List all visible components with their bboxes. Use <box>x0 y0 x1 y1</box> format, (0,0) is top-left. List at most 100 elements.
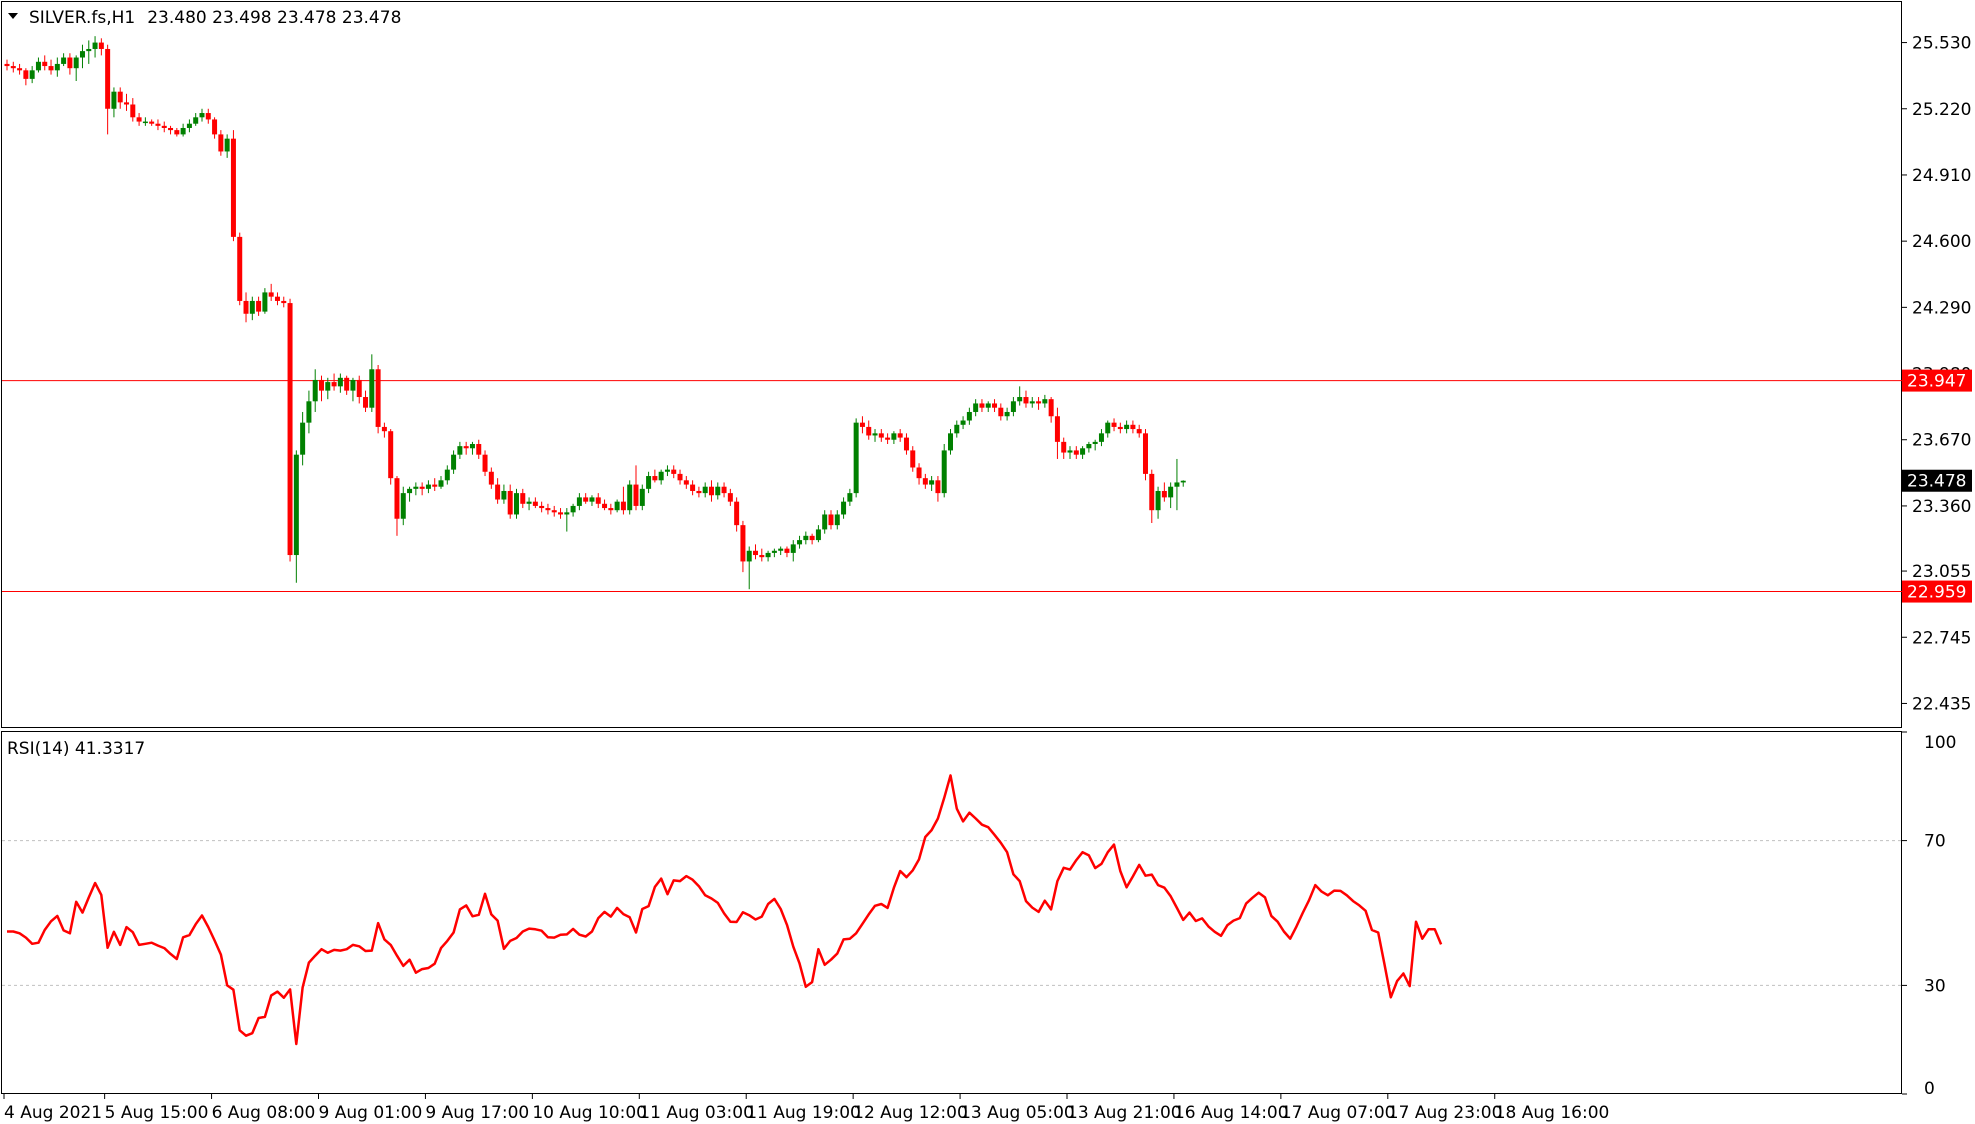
candle-body <box>646 476 652 489</box>
candle <box>237 232 243 306</box>
candle <box>1054 407 1060 459</box>
candle-body <box>765 552 771 558</box>
candle-body <box>979 403 985 408</box>
candle-body <box>149 121 155 124</box>
candle <box>161 121 167 133</box>
candle <box>576 493 582 511</box>
candle-body <box>614 501 620 511</box>
candle-body <box>1017 397 1023 402</box>
candle <box>897 429 903 442</box>
candle-body <box>205 113 211 120</box>
time-tick-label: 9 Aug 01:00 <box>319 1103 423 1123</box>
candle-body <box>168 127 174 131</box>
candle <box>425 480 431 494</box>
candle <box>388 429 394 485</box>
candle <box>363 390 369 412</box>
candle <box>1098 429 1104 447</box>
candle-body <box>853 422 859 494</box>
candle <box>212 117 218 139</box>
candle <box>526 497 532 511</box>
price-tick-label: 22.435 <box>1912 694 1971 714</box>
candle-body <box>161 125 167 128</box>
candle-body <box>759 555 765 558</box>
candle <box>130 98 136 122</box>
rsi-indicator-label[interactable]: RSI(14) 41.3317 <box>7 739 145 759</box>
candle <box>746 546 752 590</box>
candle <box>595 493 601 509</box>
candle-body <box>469 444 475 449</box>
candle <box>287 298 293 562</box>
candle-body <box>142 121 148 124</box>
candle-body <box>312 379 318 402</box>
chart-canvas: 25.53025.22024.91024.60024.29023.98023.6… <box>1 1 1972 1123</box>
candle <box>482 450 488 477</box>
price-tick-label: 25.220 <box>1912 100 1971 120</box>
candle-body <box>61 57 67 64</box>
ohlc-values: 23.480 23.498 23.478 23.478 <box>147 8 401 28</box>
rsi-axis[interactable]: 100 70 30 0 <box>1902 731 1956 1099</box>
candle-body <box>526 501 532 504</box>
candle-body <box>1174 482 1180 487</box>
candle-body <box>501 490 507 500</box>
candle-body <box>212 119 218 135</box>
candle-body <box>583 497 589 502</box>
candle-body <box>67 57 73 69</box>
candle-body <box>828 514 834 526</box>
candle-body <box>375 369 381 427</box>
candle <box>35 57 41 73</box>
candle <box>136 113 142 126</box>
candle-body <box>369 369 375 408</box>
candle <box>61 53 67 67</box>
candle-body <box>325 382 331 391</box>
candle <box>4 59 10 71</box>
price-tick-label: 24.910 <box>1912 166 1971 186</box>
candle-body <box>602 503 608 509</box>
candle-body <box>992 403 998 408</box>
candle <box>727 488 733 506</box>
candle <box>1142 429 1148 481</box>
candle <box>243 292 249 323</box>
candle <box>337 373 343 393</box>
time-axis[interactable]: 4 Aug 2021 5 Aug 15:00 6 Aug 08:00 9 Aug 01… <box>3 1094 1609 1123</box>
candle-body <box>124 102 130 105</box>
candle <box>583 493 589 504</box>
candle-body <box>1117 426 1123 430</box>
candle-body <box>381 426 387 432</box>
candle <box>444 465 450 485</box>
candle <box>1004 407 1010 421</box>
candle-body <box>1086 444 1092 449</box>
candle <box>702 482 708 498</box>
candle-body <box>954 424 960 434</box>
candle-body <box>778 548 784 551</box>
candle <box>916 463 922 485</box>
candle-body <box>671 469 677 474</box>
symbol-label[interactable]: SILVER.fs,H1 23.480 23.498 23.478 23.478 <box>29 8 401 28</box>
candle-body <box>771 550 777 553</box>
candle <box>872 429 878 442</box>
candle-body <box>199 113 205 118</box>
candle <box>469 441 475 455</box>
candle <box>790 540 796 562</box>
candle <box>520 488 526 509</box>
candle <box>249 296 255 321</box>
candle-body <box>734 501 740 526</box>
rsi-tick-label: 100 <box>1924 733 1956 753</box>
candle-body <box>344 377 350 391</box>
triangle-down-icon[interactable] <box>8 13 18 19</box>
candle <box>822 510 828 534</box>
candle <box>815 525 821 543</box>
candle <box>664 465 670 477</box>
price-tick-label: 25.530 <box>1912 34 1971 54</box>
price-tick-label: 22.745 <box>1912 628 1971 648</box>
time-tick-label: 17 Aug 07:00 <box>1281 1103 1396 1123</box>
candle-body <box>394 478 400 519</box>
candle-body <box>803 535 809 541</box>
candle <box>721 482 727 498</box>
rsi-tick-label: 70 <box>1924 832 1946 852</box>
candle-body <box>532 501 538 506</box>
candle-body <box>337 377 343 387</box>
candle <box>10 61 16 73</box>
candle-body <box>973 403 979 412</box>
candle-body <box>237 236 243 301</box>
candle <box>834 510 840 530</box>
